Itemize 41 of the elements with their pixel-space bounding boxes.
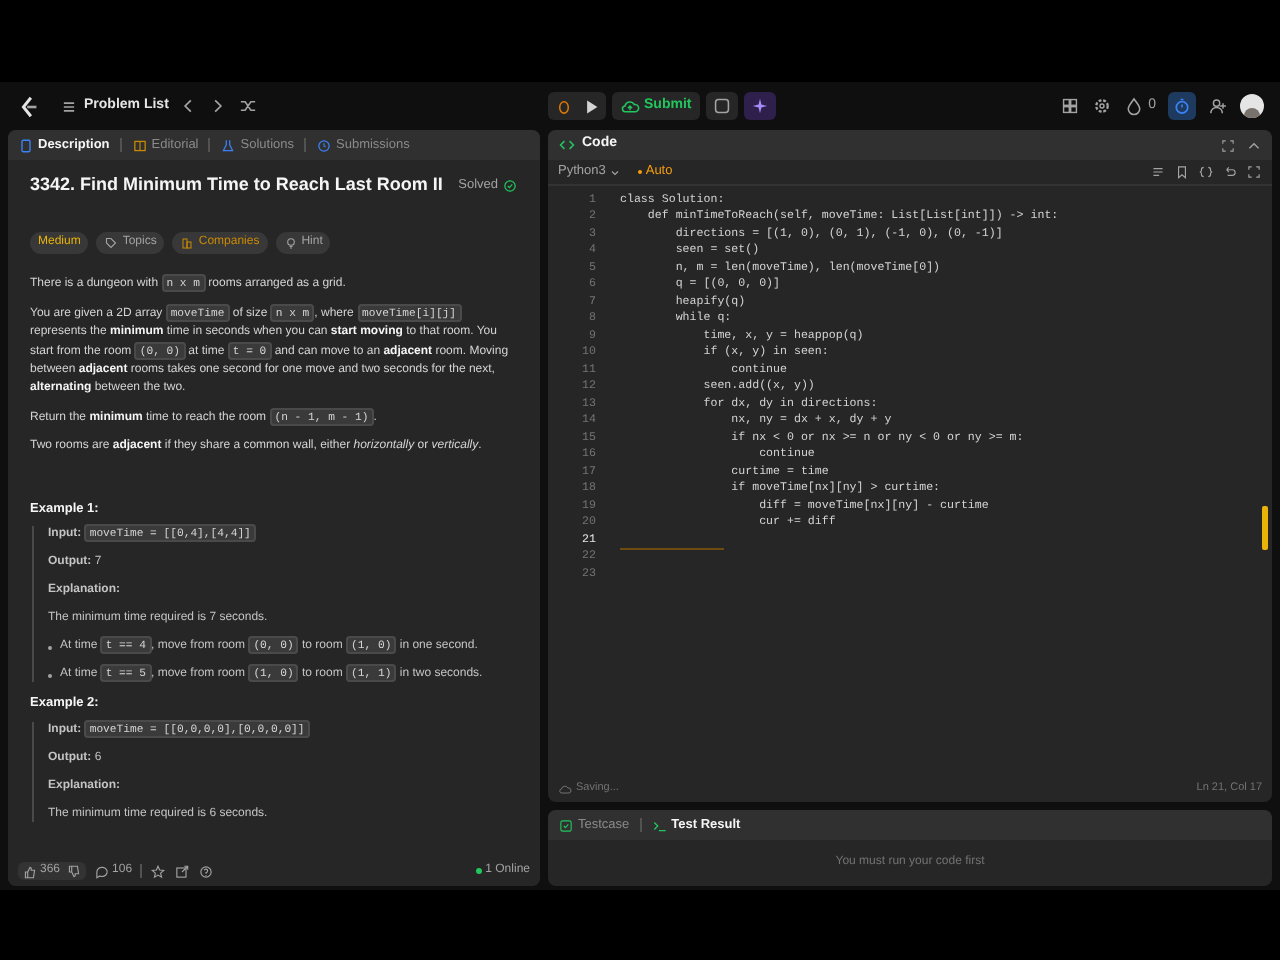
cloud-icon <box>558 781 572 795</box>
problem-title: 3342. Find Minimum Time to Reach Last Room II <box>30 172 443 198</box>
chevron-down-icon <box>607 165 622 179</box>
book-icon <box>131 137 148 153</box>
fullscreen-icon[interactable] <box>1246 164 1262 180</box>
note-icon[interactable] <box>711 96 732 116</box>
format-icon[interactable] <box>1150 164 1166 180</box>
building-icon <box>180 235 195 249</box>
sparkle-icon[interactable] <box>749 96 770 116</box>
run-icon[interactable] <box>582 97 600 115</box>
star-icon[interactable] <box>150 863 167 879</box>
tag-icon <box>104 235 119 249</box>
list-icon <box>60 97 78 115</box>
layout-icon[interactable] <box>1060 96 1081 116</box>
maximize-icon[interactable] <box>1220 137 1236 153</box>
collapse-icon[interactable] <box>1246 137 1262 153</box>
clock-icon <box>316 137 332 153</box>
braces-icon[interactable] <box>1198 164 1214 180</box>
scrollbar-thumb[interactable] <box>1262 506 1268 550</box>
code-icon <box>558 136 576 154</box>
lightbulb-icon <box>283 235 298 249</box>
flask-icon <box>220 137 237 153</box>
shuffle-icon[interactable] <box>238 96 259 116</box>
share-icon[interactable] <box>174 863 191 879</box>
thumbs-up-icon <box>22 863 38 879</box>
check-icon <box>502 177 518 194</box>
settings-icon[interactable] <box>1092 96 1113 116</box>
streak-icon[interactable] <box>1124 96 1145 116</box>
avatar[interactable] <box>1240 94 1264 118</box>
comment-icon <box>94 863 111 879</box>
help-icon[interactable] <box>198 863 215 879</box>
terminal-icon <box>651 817 668 833</box>
thumbs-down-icon[interactable] <box>66 863 83 879</box>
logo-icon[interactable] <box>16 93 42 119</box>
reset-icon[interactable] <box>1222 164 1238 180</box>
bookmark-icon[interactable] <box>1174 164 1190 180</box>
checkbox-icon <box>558 817 574 833</box>
add-user-icon[interactable] <box>1208 96 1228 116</box>
upload-icon <box>620 96 640 116</box>
document-icon <box>18 137 34 153</box>
timer-icon[interactable] <box>1172 96 1192 116</box>
